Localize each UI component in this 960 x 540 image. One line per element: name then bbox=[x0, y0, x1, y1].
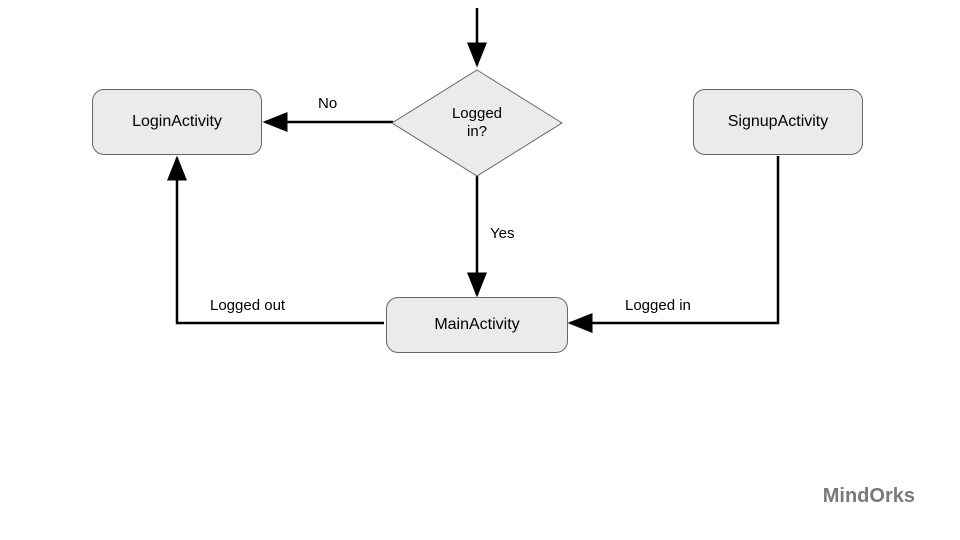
decision-label-line1: Logged bbox=[452, 105, 502, 122]
edge-label-no: No bbox=[318, 95, 337, 112]
node-signup-label: SignupActivity bbox=[728, 113, 829, 131]
watermark-text: MindOrks bbox=[823, 485, 915, 508]
node-login-activity: LoginActivity bbox=[92, 89, 262, 155]
node-login-label: LoginActivity bbox=[132, 113, 222, 131]
node-main-label: MainActivity bbox=[434, 316, 519, 334]
edge-label-logged-out: Logged out bbox=[210, 297, 285, 314]
edge-label-logged-in: Logged in bbox=[625, 297, 691, 314]
node-signup-activity: SignupActivity bbox=[693, 89, 863, 155]
decision-label-line2: in? bbox=[467, 123, 487, 140]
node-main-activity: MainActivity bbox=[386, 297, 568, 353]
decision-logged-in: Logged in? bbox=[390, 68, 565, 178]
edge-label-yes: Yes bbox=[490, 225, 514, 242]
